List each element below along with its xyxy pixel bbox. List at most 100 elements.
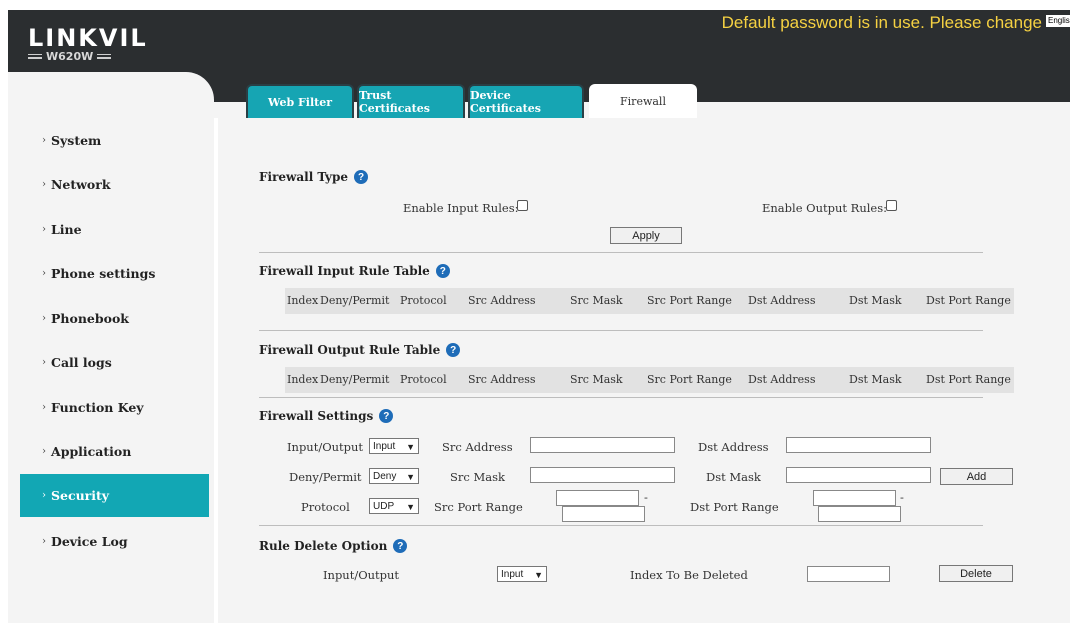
delete-input-output-select[interactable]: Input ▼: [497, 566, 547, 582]
sidebar-item-label: Call logs: [51, 355, 112, 371]
column-header: Dst Port Range: [926, 294, 1011, 307]
input-rule-table-header: Index Deny/Permit Protocol Src Address S…: [285, 288, 1014, 314]
firewall-settings-title: Firewall Settings ?: [259, 409, 394, 423]
sidebar-item-label: Network: [51, 177, 111, 193]
divider: [259, 252, 983, 253]
dst-port-range-label: Dst Port Range: [690, 500, 779, 514]
enable-input-rules-checkbox[interactable]: [517, 200, 528, 211]
chevron-right-icon: ›: [42, 134, 46, 146]
chevron-right-icon: ›: [42, 446, 46, 458]
column-header: Dst Port Range: [926, 373, 1011, 386]
column-header: Dst Mask: [849, 294, 902, 307]
column-header: Dst Address: [748, 373, 816, 386]
sidebar-item-phone-settings[interactable]: › Phone settings: [20, 252, 209, 297]
sidebar-item-system[interactable]: › System: [20, 118, 209, 163]
chevron-down-icon: ▼: [406, 502, 415, 512]
column-header: Src Mask: [570, 373, 623, 386]
help-icon[interactable]: ?: [354, 170, 369, 184]
range-dash: -: [900, 490, 904, 504]
output-rule-table-header: Index Deny/Permit Protocol Src Address S…: [285, 367, 1014, 393]
column-header: Src Address: [468, 294, 536, 307]
dst-port-end-input[interactable]: [818, 506, 901, 522]
column-header: Dst Address: [748, 294, 816, 307]
sidebar-item-security[interactable]: › Security: [20, 474, 209, 517]
sidebar-item-label: Device Log: [51, 533, 128, 549]
divider: [259, 397, 983, 398]
rule-delete-option-title: Rule Delete Option ?: [259, 539, 408, 553]
chevron-right-icon: ›: [42, 268, 46, 280]
chevron-right-icon: ›: [42, 490, 46, 501]
chevron-right-icon: ›: [42, 535, 46, 547]
sidebar-item-call-logs[interactable]: › Call logs: [20, 341, 209, 386]
src-address-input[interactable]: [530, 437, 675, 453]
sidebar-item-function-key[interactable]: › Function Key: [20, 385, 209, 430]
dst-address-input[interactable]: [786, 437, 931, 453]
sidebar-item-label: Security: [51, 488, 110, 503]
tab-trust-certificates[interactable]: Trust Certificates: [357, 84, 465, 118]
model-label: W620W: [46, 50, 94, 63]
sidebar-item-application[interactable]: › Application: [20, 430, 209, 475]
divider: [259, 525, 983, 526]
divider: [259, 330, 983, 331]
sidebar-item-label: System: [51, 132, 102, 148]
dst-mask-input[interactable]: [786, 467, 931, 483]
help-icon[interactable]: ?: [393, 539, 408, 553]
column-header: Deny/Permit: [320, 294, 390, 307]
selected-value: Input: [373, 440, 396, 452]
delete-button[interactable]: Delete: [939, 565, 1013, 582]
tab-web-filter[interactable]: Web Filter: [246, 84, 354, 118]
column-header: Src Address: [468, 373, 536, 386]
help-icon[interactable]: ?: [435, 264, 450, 278]
src-address-label: Src Address: [442, 440, 513, 454]
logo-bars-icon: [97, 54, 112, 59]
tab-device-certificates[interactable]: Device Certificates: [468, 84, 584, 118]
chevron-down-icon: ▼: [406, 442, 415, 452]
column-header: Index: [287, 294, 319, 307]
range-dash: -: [644, 490, 648, 504]
chevron-right-icon: ›: [42, 401, 46, 413]
deny-permit-select[interactable]: Deny ▼: [369, 468, 419, 484]
firewall-type-title: Firewall Type ?: [259, 170, 369, 184]
logo-bars-icon: [28, 54, 42, 59]
src-port-end-input[interactable]: [562, 506, 645, 522]
apply-button[interactable]: Apply: [610, 227, 682, 244]
enable-output-rules-checkbox[interactable]: [886, 200, 897, 211]
column-header: Src Port Range: [647, 294, 732, 307]
src-mask-input[interactable]: [530, 467, 675, 483]
protocol-label: Protocol: [301, 500, 350, 514]
logo-text: LINKVIL: [28, 24, 148, 52]
src-mask-label: Src Mask: [450, 470, 505, 484]
sidebar-item-label: Function Key: [51, 399, 144, 415]
add-button[interactable]: Add: [940, 468, 1013, 485]
chevron-right-icon: ›: [42, 179, 46, 191]
language-select[interactable]: English: [1046, 15, 1070, 27]
sidebar-item-network[interactable]: › Network: [20, 163, 209, 208]
sidebar-item-device-log[interactable]: › Device Log: [20, 519, 209, 564]
index-to-be-deleted-label: Index To Be Deleted: [630, 568, 748, 582]
output-rule-table-title: Firewall Output Rule Table ?: [259, 343, 461, 357]
enable-output-rules-label: Enable Output Rules:: [762, 201, 887, 215]
dst-port-start-input[interactable]: [813, 490, 896, 506]
column-header: Deny/Permit: [320, 373, 390, 386]
brand-logo: LINKVIL W620W: [28, 24, 148, 63]
selected-value: Deny: [373, 470, 397, 482]
input-output-select[interactable]: Input ▼: [369, 438, 419, 454]
src-port-range-label: Src Port Range: [434, 500, 523, 514]
sidebar-item-line[interactable]: › Line: [20, 207, 209, 252]
chevron-right-icon: ›: [42, 357, 46, 369]
help-icon[interactable]: ?: [379, 409, 394, 423]
protocol-select[interactable]: UDP ▼: [369, 498, 419, 514]
input-rule-table-title: Firewall Input Rule Table ?: [259, 264, 450, 278]
column-header: Index: [287, 373, 319, 386]
tab-firewall[interactable]: Firewall: [589, 84, 697, 118]
help-icon[interactable]: ?: [446, 343, 461, 357]
firewall-type-label: Firewall Type: [259, 170, 349, 184]
sidebar-item-label: Phone settings: [51, 266, 156, 282]
src-port-start-input[interactable]: [556, 490, 639, 506]
sidebar-item-label: Phonebook: [51, 310, 129, 326]
index-to-be-deleted-input[interactable]: [807, 566, 890, 582]
input-rule-table-label: Firewall Input Rule Table: [259, 264, 430, 278]
enable-input-rules-label: Enable Input Rules:: [403, 201, 519, 215]
default-password-warning[interactable]: Default password is in use. Please chang…: [722, 13, 1042, 33]
sidebar-item-phonebook[interactable]: › Phonebook: [20, 296, 209, 341]
